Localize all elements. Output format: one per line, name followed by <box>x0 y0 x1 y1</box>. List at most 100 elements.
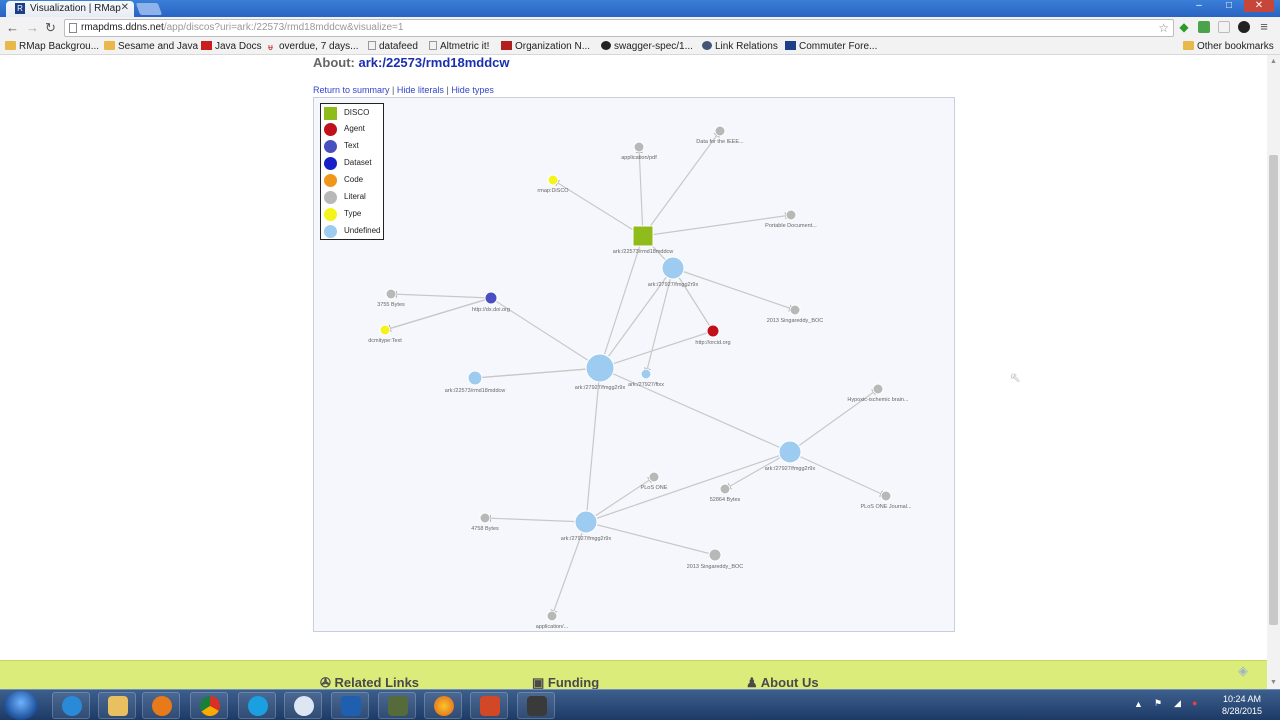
graph-node-literal[interactable]: application/pdf <box>621 141 657 161</box>
minimize-icon[interactable]: – <box>1184 0 1214 12</box>
node-shape[interactable] <box>467 370 483 386</box>
taskbar-chrome[interactable] <box>190 692 228 719</box>
graph-node-undefined[interactable]: ark:/22573/rmd18mddcw <box>445 370 506 394</box>
extension-dark-icon[interactable] <box>1238 21 1250 33</box>
node-shape[interactable] <box>785 209 797 221</box>
graph-node-undefined[interactable]: ark:/27927/fmgg2r9x <box>765 440 816 472</box>
tray-app-icon[interactable]: ● <box>1192 698 1197 708</box>
graph-node-undefined[interactable]: ark:/27927/ftxx <box>628 368 664 388</box>
reload-icon[interactable]: ↻ <box>45 20 56 36</box>
node-shape[interactable] <box>778 440 802 464</box>
bookmark-item[interactable]: Link Relations <box>702 41 778 53</box>
graph-svg[interactable]: ark:/22573/rmd18mddcw ark:/27927/fmgg2r9x… <box>314 98 954 631</box>
graph-node-literal[interactable]: Portable Document... <box>765 209 817 229</box>
page-scrollbar[interactable]: ▲ ▼ <box>1267 55 1280 689</box>
taskbar-explorer[interactable] <box>98 692 136 719</box>
bookmark-item[interactable]: RMap Backgrou... <box>5 41 99 53</box>
browser-tab[interactable]: R Visualization | RMap ✕ <box>6 1 134 17</box>
node-shape[interactable] <box>789 304 801 316</box>
graph-node-literal[interactable]: application/... <box>536 610 569 630</box>
graph-node-literal[interactable]: 2013 Singareddy_BOC <box>687 548 744 570</box>
graph-node-literal[interactable]: 52864 Bytes <box>710 483 741 503</box>
bookmark-item[interactable]: swagger-spec/1... <box>601 41 693 53</box>
back-icon[interactable]: ← <box>6 20 19 36</box>
bookmark-item[interactable]: Commuter Fore... <box>785 41 877 53</box>
bookmark-item[interactable]: datafeed <box>368 41 418 53</box>
node-shape[interactable] <box>547 174 559 186</box>
graph-node-literal[interactable]: PLoS ONE Journal... <box>860 490 912 510</box>
flag-icon[interactable]: ⚑ <box>1154 698 1162 709</box>
graph-node-undefined[interactable]: ark:/27927/fmgg2r9x <box>575 353 626 391</box>
bookmark-item[interactable]: Other bookmarks <box>1183 41 1274 53</box>
taskbar-firefox[interactable] <box>424 692 462 719</box>
bookmark-item[interactable]: Java Docs <box>201 41 262 53</box>
node-shape[interactable] <box>719 483 731 495</box>
node-shape[interactable] <box>479 512 491 524</box>
start-button[interactable] <box>4 691 38 720</box>
scroll-down-icon[interactable]: ▼ <box>1270 679 1277 686</box>
tray-arrow-icon[interactable]: ▲ <box>1134 699 1143 709</box>
node-shape[interactable] <box>574 510 598 534</box>
new-tab-button[interactable] <box>135 3 163 15</box>
graph-node-disco[interactable]: ark:/22573/rmd18mddcw <box>613 225 674 255</box>
disco-id-link[interactable]: ark:/22573/rmd18mddcw <box>359 55 510 70</box>
extension-evernote-icon[interactable] <box>1198 21 1210 33</box>
graph-node-literal[interactable]: PLoS ONE <box>641 471 668 491</box>
taskbar-app2[interactable] <box>378 692 416 719</box>
bookmark-item[interactable]: Organization N... <box>501 41 590 53</box>
node-shape[interactable] <box>708 548 722 562</box>
scroll-up-icon[interactable]: ▲ <box>1270 58 1277 65</box>
network-icon[interactable]: ◢ <box>1174 698 1181 709</box>
node-shape[interactable] <box>648 471 660 483</box>
scrollbar-thumb[interactable] <box>1269 155 1278 625</box>
taskbar-ie[interactable] <box>52 692 90 719</box>
node-shape[interactable] <box>385 288 397 300</box>
back-to-top-icon[interactable]: ◈ <box>1238 663 1248 679</box>
taskbar-outlook[interactable] <box>331 692 369 719</box>
hide-types-link[interactable]: Hide types <box>451 85 494 95</box>
graph-node-type[interactable]: dcmitype:Text <box>368 324 402 344</box>
close-tab-icon[interactable]: ✕ <box>121 2 129 13</box>
legend-swatch <box>324 140 337 153</box>
taskbar-skype[interactable] <box>238 692 276 719</box>
bookmark-item[interactable]: Altmetric it! <box>429 41 489 53</box>
graph-node-literal[interactable]: 2013 Singareddy_BOC <box>767 304 824 324</box>
graph-node-type[interactable]: rmap:DiSCO <box>537 174 569 194</box>
node-shape[interactable] <box>632 225 654 247</box>
graph-node-undefined[interactable]: ark:/27927/fmgg2r9x <box>648 256 699 288</box>
bookmark-item[interactable]: Sesame and Java <box>104 41 198 53</box>
taskbar-app3[interactable] <box>517 692 555 719</box>
extension-green-icon[interactable]: ◆ <box>1178 21 1190 33</box>
extension-blank-icon[interactable] <box>1218 21 1230 33</box>
graph-node-literal[interactable]: Data for the IEEE... <box>696 125 744 145</box>
close-window-icon[interactable]: ✕ <box>1244 0 1274 12</box>
graph-node-literal[interactable]: 3755 Bytes <box>377 288 405 308</box>
star-icon[interactable]: ☆ <box>1158 20 1169 36</box>
graph-node-literal[interactable]: 4758 Bytes <box>471 512 499 532</box>
return-summary-link[interactable]: Return to summary <box>313 85 390 95</box>
node-shape[interactable] <box>640 368 652 380</box>
node-shape[interactable] <box>484 291 498 305</box>
forward-icon[interactable]: → <box>26 20 39 36</box>
taskbar-powerpoint[interactable] <box>470 692 508 719</box>
maximize-icon[interactable]: □ <box>1214 0 1244 12</box>
node-shape[interactable] <box>379 324 391 336</box>
address-bar[interactable]: rmapdms.ddns.net/app/discos?uri=ark:/225… <box>64 19 1174 37</box>
graph-visualization[interactable]: ark:/22573/rmd18mddcw ark:/27927/fmgg2r9x… <box>313 97 955 632</box>
bookmark-item[interactable]: ᵾ overdue, 7 days... <box>268 41 359 53</box>
taskbar-media[interactable] <box>142 692 180 719</box>
node-shape[interactable] <box>714 125 726 137</box>
taskbar-app[interactable] <box>284 692 322 719</box>
node-shape[interactable] <box>633 141 645 153</box>
hide-literals-link[interactable]: Hide literals <box>397 85 444 95</box>
node-shape[interactable] <box>546 610 558 622</box>
node-shape[interactable] <box>585 353 615 383</box>
node-shape[interactable] <box>661 256 685 280</box>
graph-node-literal[interactable]: Hypoxic-ischemic brain... <box>847 383 909 403</box>
node-shape[interactable] <box>880 490 892 502</box>
media-player-icon <box>152 696 172 716</box>
node-shape[interactable] <box>706 324 720 338</box>
node-shape[interactable] <box>872 383 884 395</box>
menu-icon[interactable]: ≡ <box>1258 20 1270 33</box>
clock[interactable]: 10:24 AM 8/28/2015 <box>1222 693 1262 717</box>
